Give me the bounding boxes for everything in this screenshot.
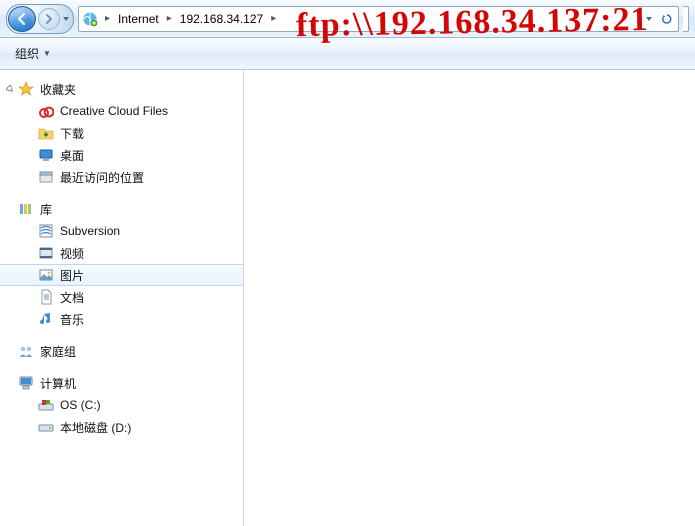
address-dropdown-button[interactable]	[640, 15, 658, 23]
music-icon	[38, 311, 54, 327]
forward-button[interactable]	[38, 8, 60, 30]
breadcrumb-separator: ▸	[267, 13, 280, 24]
tree-item-subversion[interactable]: Subversion	[0, 220, 243, 242]
tree-item-drive-d[interactable]: 本地磁盘 (D:)	[0, 416, 243, 438]
subversion-icon	[38, 223, 54, 239]
tree-item-drive-c[interactable]: OS (C:)	[0, 394, 243, 416]
tree-item-music[interactable]: 音乐	[0, 308, 243, 330]
videos-icon	[38, 245, 54, 261]
tree-item-videos[interactable]: 视频	[0, 242, 243, 264]
desktop-icon	[38, 147, 54, 163]
nav-button-group	[6, 4, 74, 34]
refresh-icon	[661, 13, 673, 25]
tree-label: 视频	[60, 245, 84, 262]
tree-label: 图片	[60, 267, 84, 284]
search-field-collapsed[interactable]	[683, 6, 689, 32]
tree-group-libraries: 库 Subversion 视频 图片	[0, 198, 243, 330]
tree-item-creative-cloud[interactable]: Creative Cloud Files	[0, 100, 243, 122]
tree-item-desktop[interactable]: 桌面	[0, 144, 243, 166]
downloads-icon	[38, 125, 54, 141]
tree-label: Subversion	[60, 224, 120, 238]
libraries-icon	[18, 201, 34, 217]
tree-item-downloads[interactable]: 下载	[0, 122, 243, 144]
nav-history-dropdown[interactable]	[60, 7, 72, 31]
tree-item-pictures[interactable]: 图片	[0, 264, 243, 286]
tree-homegroup-header[interactable]: 家庭组	[0, 340, 243, 362]
navigation-bar: ▸ Internet ▸ 192.168.34.127 ▸	[0, 0, 695, 38]
content-pane[interactable]	[244, 70, 695, 526]
tree-label: 下载	[60, 125, 84, 142]
pictures-icon	[38, 267, 54, 283]
tree-item-recent[interactable]: 最近访问的位置	[0, 166, 243, 188]
recent-places-icon	[38, 169, 54, 185]
breadcrumb-internet[interactable]: Internet	[116, 12, 161, 26]
tree-label: 本地磁盘 (D:)	[60, 419, 131, 436]
tree-group-favorites: 收藏夹 Creative Cloud Files 下载 桌面	[0, 78, 243, 188]
organize-label: 组织	[15, 45, 39, 62]
address-bar-buttons	[639, 7, 676, 31]
documents-icon	[38, 289, 54, 305]
tree-label: 桌面	[60, 147, 84, 164]
star-icon	[18, 81, 34, 97]
explorer-body: 收藏夹 Creative Cloud Files 下载 桌面	[0, 70, 695, 526]
address-bar[interactable]: ▸ Internet ▸ 192.168.34.127 ▸	[78, 6, 679, 32]
homegroup-icon	[18, 343, 34, 359]
breadcrumb-separator: ▸	[163, 13, 176, 24]
arrow-right-icon	[44, 14, 54, 24]
tree-label: 最近访问的位置	[60, 169, 144, 186]
tree-group-computer: 计算机 OS (C:) 本地磁盘 (D:)	[0, 372, 243, 438]
arrow-left-icon	[15, 12, 29, 26]
command-toolbar: 组织 ▼	[0, 38, 695, 70]
creative-cloud-icon	[38, 103, 54, 119]
tree-computer-header[interactable]: 计算机	[0, 372, 243, 394]
tree-favorites-header[interactable]: 收藏夹	[0, 78, 243, 100]
tree-libraries-header[interactable]: 库	[0, 198, 243, 220]
tree-item-documents[interactable]: 文档	[0, 286, 243, 308]
breadcrumb-separator: ▸	[101, 13, 114, 24]
computer-icon	[18, 375, 34, 391]
breadcrumb-ip[interactable]: 192.168.34.127	[178, 12, 265, 26]
tree-label: Creative Cloud Files	[60, 104, 168, 118]
expander-icon[interactable]	[4, 83, 16, 95]
chevron-down-icon	[645, 15, 653, 23]
tree-label: 家庭组	[40, 343, 76, 360]
tree-label: OS (C:)	[60, 398, 101, 412]
tree-label: 音乐	[60, 311, 84, 328]
navigation-pane[interactable]: 收藏夹 Creative Cloud Files 下载 桌面	[0, 70, 244, 526]
organize-button[interactable]: 组织 ▼	[8, 41, 58, 66]
chevron-down-icon: ▼	[43, 49, 51, 58]
drive-icon	[38, 419, 54, 435]
location-icon	[81, 10, 99, 28]
chevron-down-icon	[62, 15, 70, 23]
tree-group-homegroup: 家庭组	[0, 340, 243, 362]
tree-label: 收藏夹	[40, 81, 76, 98]
refresh-button[interactable]	[658, 13, 676, 25]
drive-icon	[38, 397, 54, 413]
tree-label: 文档	[60, 289, 84, 306]
back-button[interactable]	[8, 6, 36, 32]
tree-label: 计算机	[40, 375, 76, 392]
tree-label: 库	[40, 201, 52, 218]
